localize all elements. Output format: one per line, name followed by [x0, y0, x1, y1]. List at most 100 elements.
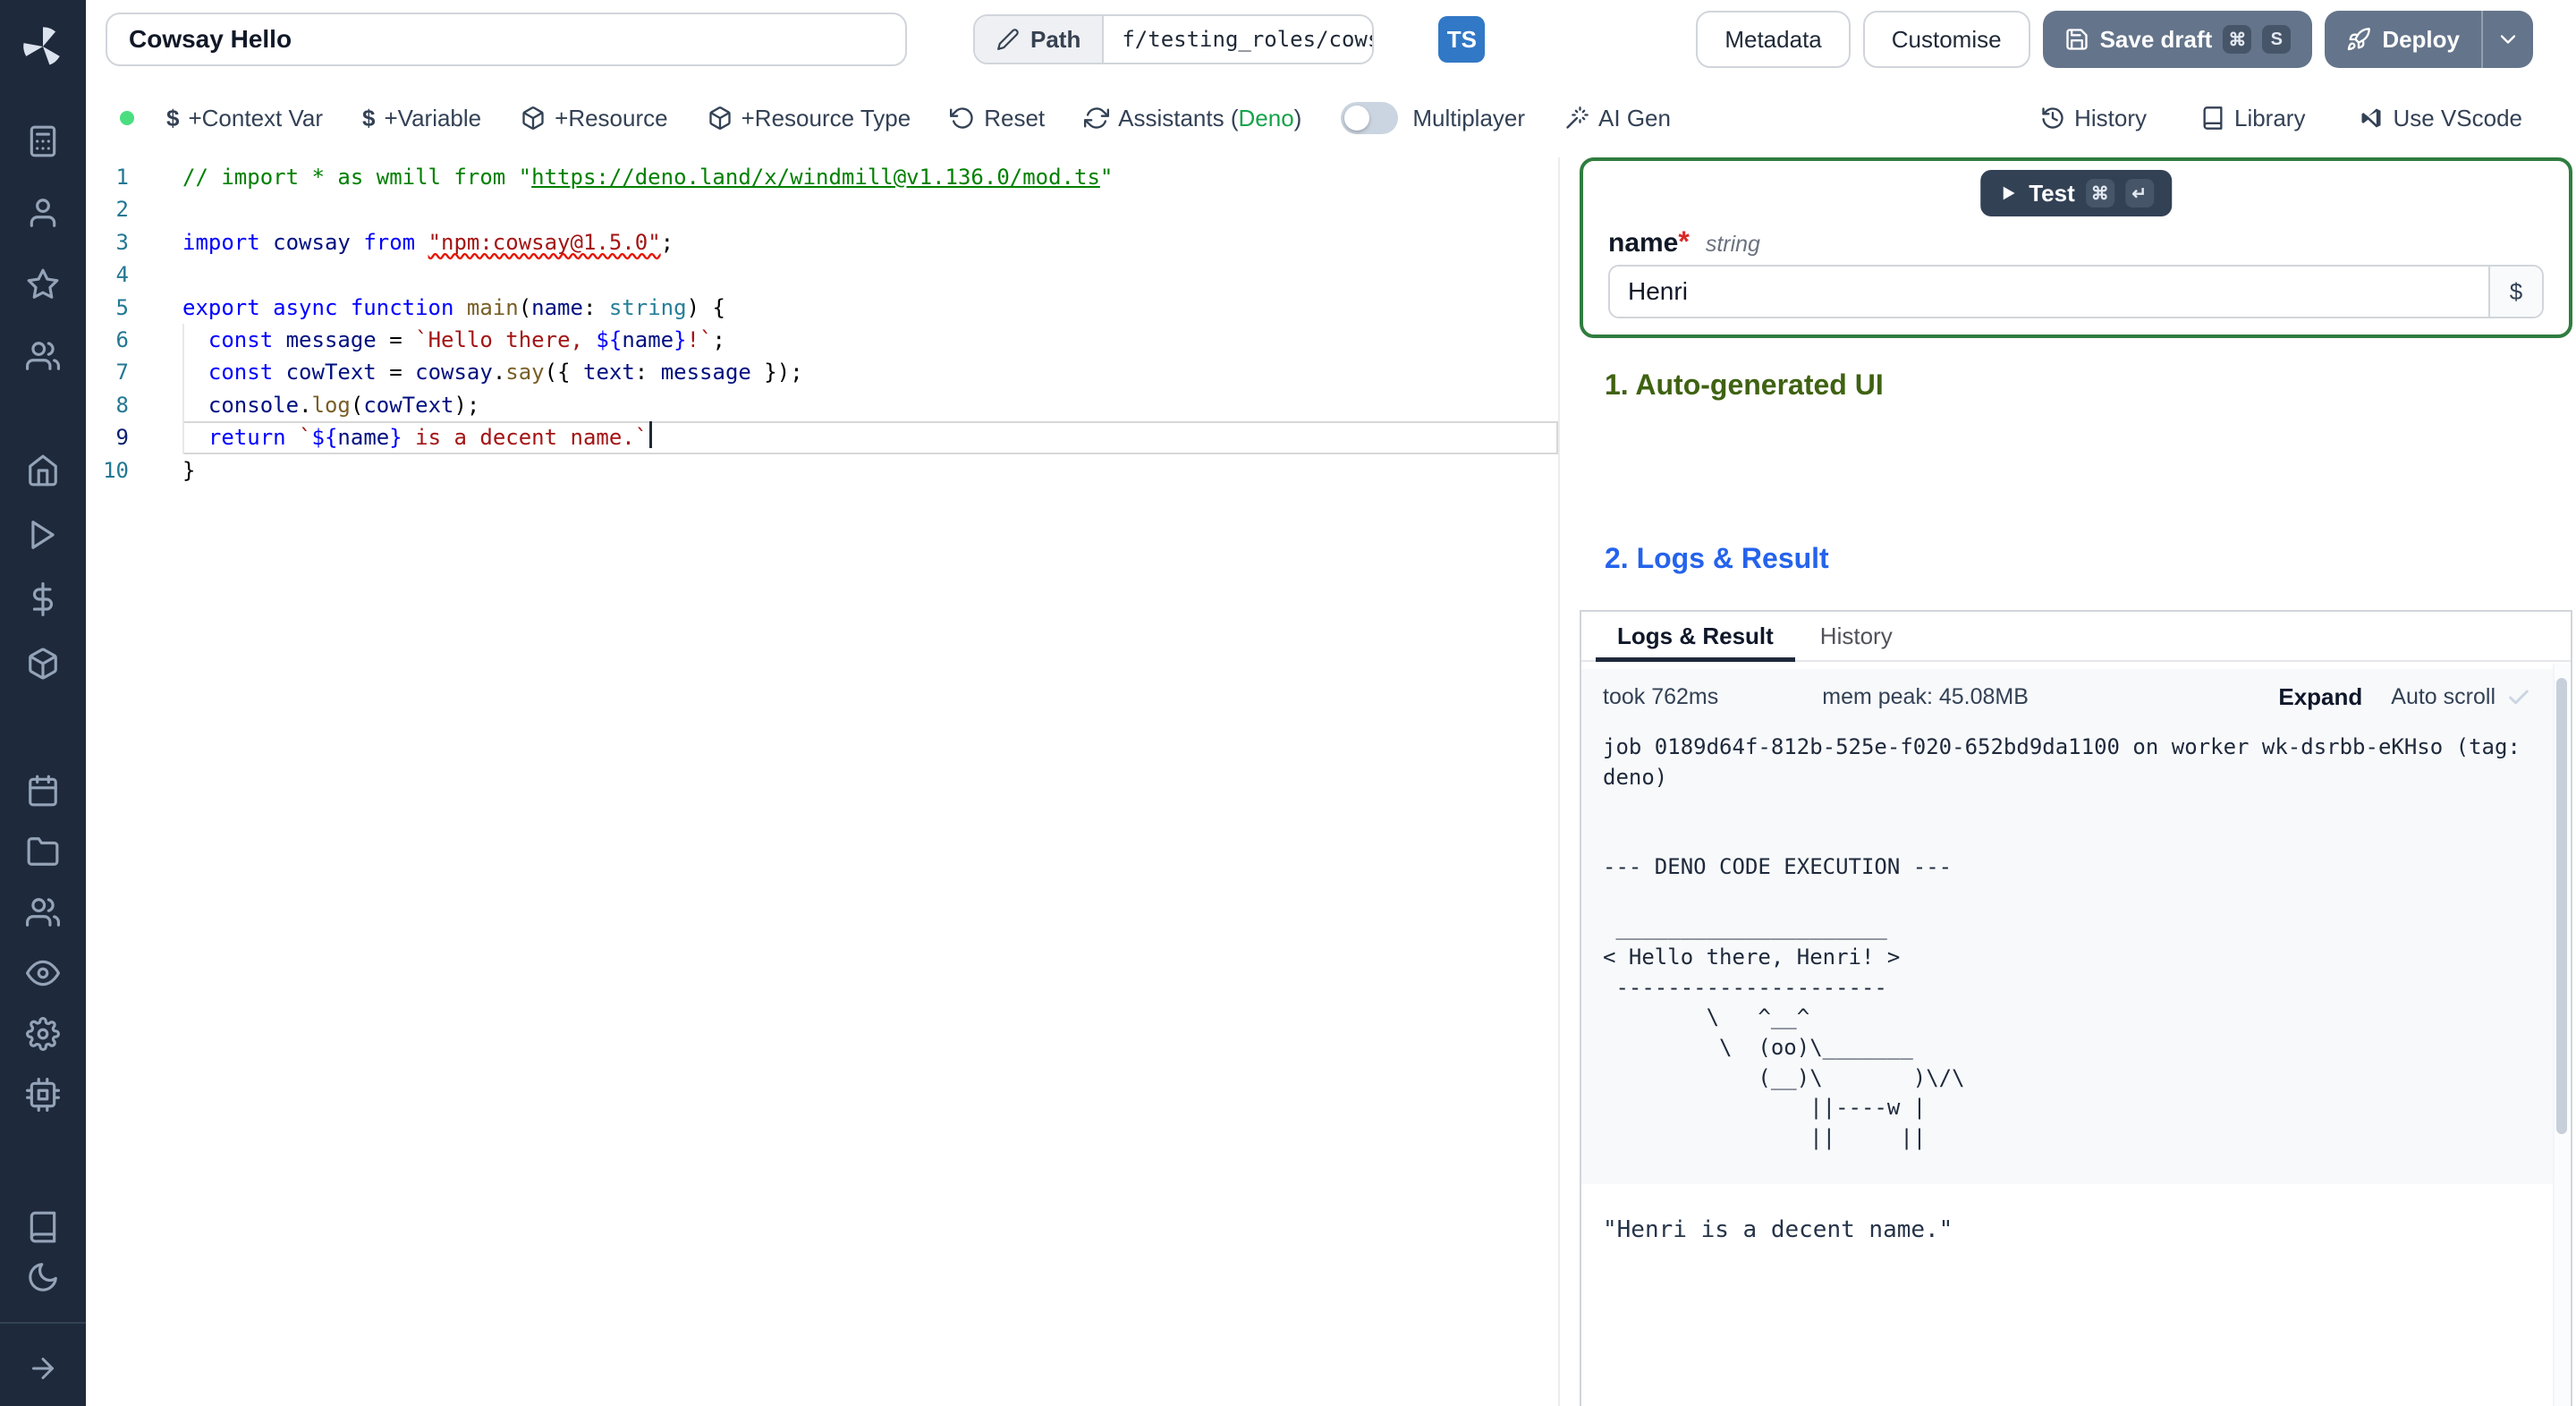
- sidebar-item-groups[interactable]: [13, 891, 73, 934]
- editor-toolbar: $ +Context Var $ +Variable +Resource +Reso…: [86, 79, 2576, 157]
- vscode-icon: [2361, 108, 2381, 128]
- calculator-icon: [30, 125, 56, 157]
- customise-button[interactable]: Customise: [1862, 11, 2030, 68]
- code-line[interactable]: console.log(cowText);: [182, 389, 1558, 421]
- kbd-enter: ↵: [2124, 179, 2154, 208]
- add-variable-button[interactable]: $ +Variable: [362, 105, 481, 132]
- home-icon: [29, 454, 57, 487]
- path-value[interactable]: f/testing_roles/cowsa: [1104, 16, 1372, 63]
- multiplayer-toggle[interactable]: [1341, 102, 1399, 134]
- gear-icon: [26, 1017, 60, 1051]
- insert-variable-button[interactable]: $: [2488, 267, 2542, 317]
- pencil-icon: [997, 29, 1019, 50]
- required-asterisk: *: [1678, 225, 1690, 258]
- topbar: Path f/testing_roles/cowsa TS Metadata C…: [86, 0, 2576, 79]
- play-icon: [31, 521, 55, 549]
- topbar-actions: Metadata Customise Save draft ⌘ S Deploy: [1696, 11, 2533, 68]
- add-resource-button[interactable]: +Resource: [521, 105, 668, 132]
- chevron-down-icon: [2500, 35, 2516, 44]
- history-button[interactable]: History: [2040, 105, 2147, 132]
- sidebar-item-theme-toggle[interactable]: [13, 1256, 73, 1299]
- status-dot: [120, 111, 134, 125]
- tab-logs-result[interactable]: Logs & Result: [1596, 612, 1796, 662]
- toolbar-right: History Library Use VScode: [2040, 105, 2522, 132]
- sidebar-item-docs[interactable]: [13, 1206, 73, 1249]
- code-line[interactable]: const message = `Hello there, ${name}!`;: [182, 324, 1558, 356]
- sidebar-group-top: [13, 120, 73, 377]
- line-number: 4: [115, 262, 129, 288]
- sidebar-item-schedules[interactable]: [13, 769, 73, 812]
- sidebar-item-variables[interactable]: [13, 578, 73, 621]
- deploy-dropdown-button[interactable]: [2481, 11, 2533, 68]
- argument-type: string: [1705, 232, 1760, 257]
- reset-button[interactable]: Reset: [950, 105, 1045, 132]
- line-number: 10: [103, 457, 129, 483]
- users-icon: [26, 342, 60, 370]
- eye-icon: [26, 960, 60, 987]
- save-icon: [2065, 29, 2088, 50]
- tab-history[interactable]: History: [1799, 612, 1914, 660]
- line-number: 7: [115, 360, 129, 385]
- path-edit-button[interactable]: Path: [975, 16, 1105, 63]
- editor-code-area[interactable]: // import * as wmill from "https://deno.…: [182, 161, 1558, 1406]
- script-name-input[interactable]: [106, 13, 907, 66]
- code-line[interactable]: export async function main(name: string)…: [182, 292, 1558, 324]
- line-number: 6: [115, 326, 129, 352]
- moon-icon: [29, 1263, 57, 1292]
- sidebar-item-runs[interactable]: [13, 513, 73, 556]
- sidebar-item-resources[interactable]: [13, 642, 73, 685]
- toggle-knob: [1344, 106, 1370, 131]
- result-value: "Henri is a decent name.": [1603, 1216, 1953, 1243]
- metadata-button[interactable]: Metadata: [1696, 11, 1851, 68]
- code-line[interactable]: return `${name} is a decent name.`: [182, 421, 1558, 453]
- sidebar-item-user[interactable]: [13, 191, 73, 234]
- add-context-var-button[interactable]: $ +Context Var: [166, 105, 323, 132]
- deploy-button[interactable]: Deploy: [2325, 11, 2481, 68]
- scrollbar-thumb[interactable]: [2556, 678, 2567, 1134]
- code-editor[interactable]: 1 2 3 4 5 6 7 8 9 10 // import * as wmill from "h…: [86, 157, 1560, 1406]
- editor-gutter: 1 2 3 4 5 6 7 8 9 10: [86, 161, 182, 1406]
- text-cursor: [649, 421, 653, 449]
- save-draft-button[interactable]: Save draft ⌘ S: [2042, 11, 2313, 68]
- code-line[interactable]: const cowText = cowsay.say({ text: messa…: [182, 356, 1558, 388]
- code-line[interactable]: // import * as wmill from "https://deno.…: [182, 161, 1558, 193]
- code-line[interactable]: [182, 193, 1558, 225]
- auto-scroll-toggle[interactable]: Auto scroll: [2391, 684, 2496, 710]
- code-line[interactable]: import cowsay from "npm:cowsay@1.5.0";: [182, 226, 1558, 258]
- test-button[interactable]: Test ⌘ ↵: [1980, 170, 2172, 216]
- star-icon: [27, 268, 59, 299]
- code-line[interactable]: [182, 258, 1558, 291]
- use-vscode-button[interactable]: Use VScode: [2359, 105, 2522, 132]
- sidebar-item-settings[interactable]: [13, 1012, 73, 1055]
- package-icon: [708, 106, 731, 130]
- add-resource-type-label: +Resource Type: [741, 104, 911, 131]
- sidebar-item-apps[interactable]: [13, 120, 73, 163]
- sidebar-item-home[interactable]: [13, 449, 73, 492]
- add-variable-label: +Variable: [384, 104, 482, 131]
- library-icon: [2203, 106, 2223, 130]
- right-panel: Test ⌘ ↵ name * string $ 1. Auto-generat…: [1560, 157, 2576, 1406]
- sidebar-item-audit-logs[interactable]: [13, 952, 73, 995]
- mem-peak-label: mem peak: 45.08MB: [1822, 684, 2029, 709]
- expand-button[interactable]: Expand: [2278, 683, 2362, 711]
- assistants-button[interactable]: Assistants (Deno): [1084, 105, 1301, 132]
- name-arg-input[interactable]: [1610, 267, 2488, 317]
- argument-name: name: [1608, 228, 1679, 258]
- add-resource-type-button[interactable]: +Resource Type: [708, 105, 911, 132]
- sidebar-item-workers[interactable]: [13, 1073, 73, 1116]
- sidebar-item-favorites[interactable]: [13, 263, 73, 306]
- line-number: 8: [115, 392, 129, 418]
- code-line[interactable]: }: [182, 454, 1558, 487]
- sidebar-item-members[interactable]: [13, 335, 73, 377]
- sidebar-expand-button[interactable]: [0, 1331, 86, 1406]
- scrollbar[interactable]: [2553, 664, 2571, 1406]
- multiplayer-label: Multiplayer: [1412, 104, 1526, 131]
- editor-lines: // import * as wmill from "https://deno.…: [182, 161, 1558, 487]
- path-control[interactable]: Path f/testing_roles/cowsa: [973, 14, 1375, 64]
- cpu-icon: [26, 1078, 60, 1112]
- ai-gen-button[interactable]: AI Gen: [1564, 105, 1671, 132]
- deploy-split-button: Deploy: [2325, 11, 2533, 68]
- library-button[interactable]: Library: [2200, 105, 2305, 132]
- windmill-logo[interactable]: [20, 11, 66, 82]
- sidebar-item-folders[interactable]: [13, 830, 73, 873]
